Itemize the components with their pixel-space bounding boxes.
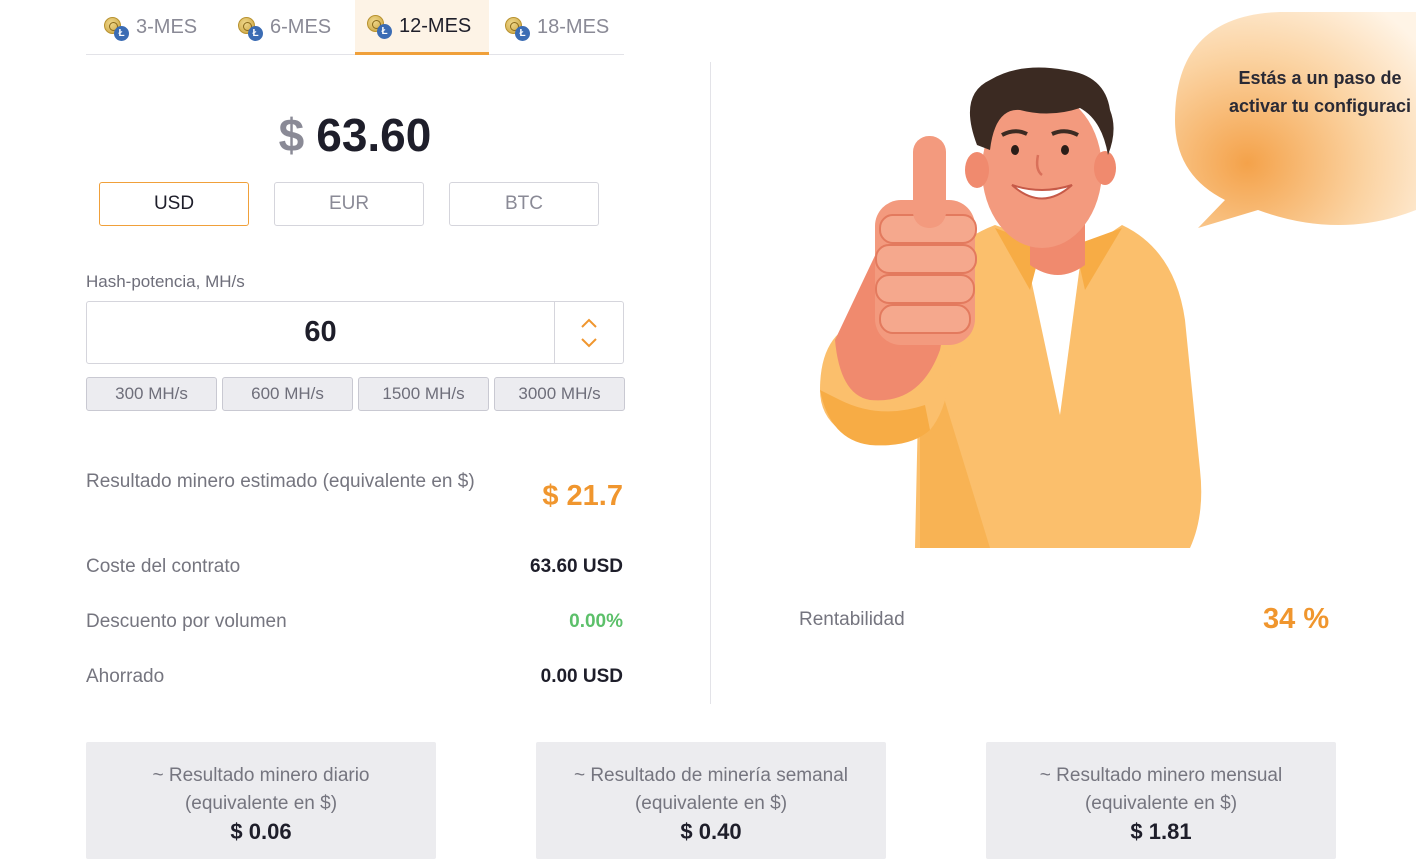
preset-300-button[interactable]: 300 MH/s [86,377,217,411]
card-label: ~ Resultado minero diario (equivalente e… [152,765,370,814]
price-currency-symbol: $ [278,109,305,161]
price-amount: 63.60 [316,109,432,161]
contract-cost-label: Coste del contrato [86,556,241,577]
tab-label: 12-MES [399,14,472,37]
card-label: ~ Resultado minero mensual (equivalente … [1039,765,1283,814]
currency-eur-button[interactable]: EUR [274,182,424,226]
hash-power-field[interactable]: 60 [86,301,624,364]
doge-ltc-coin-icon: Ł [238,14,264,42]
card-value: $ 1.81 [1130,819,1192,844]
rentability-value: 34 % [1263,603,1330,635]
contract-cost-value: 63.60 USD [530,556,623,577]
hash-power-value[interactable]: 60 [87,302,554,363]
card-label: ~ Resultado de minería semanal (equivale… [573,765,849,814]
saved-value: 0.00 USD [540,666,623,687]
estimated-result-value: $ 21.7 [542,480,623,512]
currency-btc-button[interactable]: BTC [449,182,599,226]
tab-12-month[interactable]: Ł 12-MES [355,0,489,55]
preset-1500-button[interactable]: 1500 MH/s [358,377,489,411]
speech-bubble-line-2: activar tu configuraci [1228,96,1412,116]
column-divider [710,62,711,704]
rentability-label: Rentabilidad [799,609,905,630]
estimated-result-label: Resultado minero estimado (equivalente e… [86,471,475,492]
up-down-chevron-icon [581,318,597,347]
speech-bubble-line-1: Estás a un paso de [1238,68,1402,88]
contract-price: $63.60 [86,108,624,162]
hash-power-stepper[interactable] [554,302,623,363]
tab-18-month[interactable]: Ł 18-MES [503,0,611,55]
doge-ltc-coin-icon: Ł [104,14,130,42]
tab-3-month[interactable]: Ł 3-MES [102,0,199,55]
term-tabs: Ł 3-MES Ł 6-MES Ł 12-MES Ł 18-MES [86,0,624,55]
speech-bubble-text: Estás a un paso de activar tu configurac… [1190,64,1416,120]
hash-power-label: Hash-potencia, MH/s [86,272,245,291]
tab-6-month[interactable]: Ł 6-MES [236,0,333,55]
tab-label: 6-MES [270,16,332,38]
volume-discount-value: 0.00% [569,611,623,632]
daily-result-card: ~ Resultado minero diario (equivalente e… [86,742,436,859]
currency-usd-button[interactable]: USD [99,182,249,226]
preset-3000-button[interactable]: 3000 MH/s [494,377,625,411]
card-value: $ 0.40 [680,819,742,844]
doge-ltc-coin-icon: Ł [367,12,393,40]
volume-discount-label: Descuento por volumen [86,611,287,632]
doge-ltc-coin-icon: Ł [505,14,531,42]
tab-label: 3-MES [136,16,198,38]
preset-600-button[interactable]: 600 MH/s [222,377,353,411]
monthly-result-card: ~ Resultado minero mensual (equivalente … [986,742,1336,859]
tab-label: 18-MES [537,16,610,38]
weekly-result-card: ~ Resultado de minería semanal (equivale… [536,742,886,859]
saved-label: Ahorrado [86,666,165,687]
card-value: $ 0.06 [230,819,292,844]
